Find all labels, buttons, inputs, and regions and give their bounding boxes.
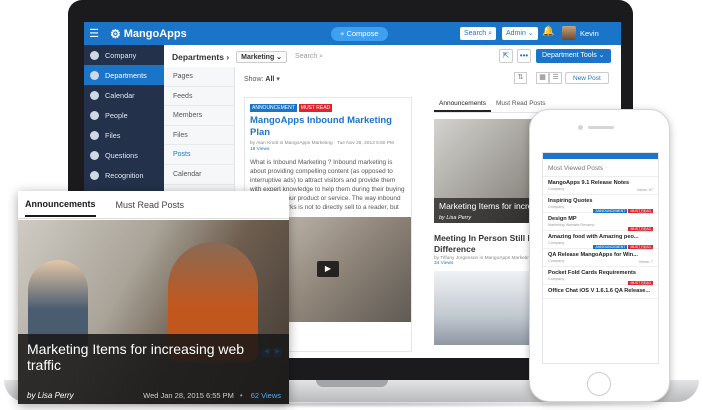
most-viewed-item[interactable]: Design MP Marketing Website Revamp MUST RE… [543, 213, 658, 233]
announcements-widget: Announcements Must Read Posts ◀▶ Marketi… [18, 191, 289, 404]
announcement-date: Wed Jan 28, 2015 6:55 PM [143, 391, 234, 400]
submenu-item-files[interactable]: Files [164, 126, 234, 146]
most-viewed-title[interactable]: QA Release MangoApps for Win... [548, 252, 653, 258]
submenu-item-pages[interactable]: Pages [164, 67, 234, 87]
most-viewed-source: Company [548, 259, 565, 263]
most-viewed-views: Views: 7 [638, 260, 653, 264]
sidebar-item-label: Recognition [105, 170, 144, 180]
tab-announcements[interactable]: Announcements [434, 97, 491, 112]
post-views[interactable]: 18 Views [250, 147, 406, 152]
announcement-meta: by Lisa Perry Wed Jan 28, 2015 6:55 PM •… [27, 391, 281, 400]
most-viewed-list: MangoApps 9.1 Release Notes Company Views:… [543, 177, 658, 299]
calendar-icon [90, 90, 99, 100]
tab-must-read[interactable]: Must Read Posts [116, 200, 185, 216]
sidebar-item-departments[interactable]: Departments [84, 65, 164, 85]
sidebar-item-company[interactable]: Company [84, 45, 164, 65]
most-viewed-item[interactable]: Pocket Fold Cards Requirements Company MUS… [543, 267, 658, 287]
laptop-notch [316, 380, 388, 387]
most-viewed-title[interactable]: MangoApps 9.1 Release Notes [548, 180, 653, 186]
top-bar: ☰ ⚙ MangoApps + Compose Search ⌕ Admin ⌄ … [84, 22, 621, 45]
sidebar-item-label: Files [105, 130, 121, 140]
most-viewed-item[interactable]: Office Chat iOS V 1.6.1.6 QA Release... [543, 285, 658, 299]
announcement-tag: ANNOUNCEMENT [250, 104, 297, 112]
widget-tabs: Announcements Must Read Posts [18, 191, 289, 219]
user-name[interactable]: Kevin [580, 29, 599, 38]
post-meta: by Alan Knott in MangoApps Marketing · T… [250, 141, 394, 146]
people-icon [90, 110, 99, 120]
sidebar-item-calendar[interactable]: Calendar [84, 85, 164, 105]
announcement-author: by Lisa Perry [27, 391, 74, 400]
home-button[interactable] [587, 372, 611, 396]
questions-icon [90, 150, 99, 160]
app-logo[interactable]: ⚙ MangoApps [110, 27, 187, 41]
most-viewed-heading: Most Viewed Posts [543, 159, 658, 177]
most-viewed-views: Views: 57 [636, 188, 653, 192]
sidebar-item-people[interactable]: People [84, 105, 164, 125]
sidebar-item-label: Company [105, 50, 137, 60]
more-icon[interactable]: ••• [517, 49, 531, 63]
play-icon[interactable]: ▶ [317, 261, 339, 277]
submenu-item-feeds[interactable]: Feeds [164, 87, 234, 107]
hamburger-icon[interactable]: ☰ [84, 22, 104, 45]
sidebar-item-label: People [105, 110, 128, 120]
speaker-grille [588, 126, 614, 129]
most-viewed-title[interactable]: Pocket Fold Cards Requirements [548, 270, 653, 276]
compose-button[interactable]: + Compose [331, 27, 388, 41]
sidebar-item-label: Calendar [105, 90, 135, 100]
sidebar-item-files[interactable]: Files [84, 125, 164, 145]
submenu-item-members[interactable]: Members [164, 106, 234, 126]
marketing-hero: ☰ ⚙ MangoApps + Compose Search ⌕ Admin ⌄ … [0, 0, 703, 410]
most-viewed-item[interactable]: QA Release MangoApps for Win... Company Vi… [543, 249, 658, 267]
announcement-caption: Marketing Items for increasing web traff… [18, 334, 289, 404]
company-icon [90, 50, 99, 60]
phone-screen: Most Viewed Posts MangoApps 9.1 Release … [542, 152, 659, 364]
camera-icon [578, 125, 583, 130]
most-viewed-title[interactable]: Office Chat iOS V 1.6.1.6 QA Release... [548, 288, 653, 294]
recognition-icon [90, 170, 99, 180]
pin-icon[interactable]: ⇱ [499, 49, 513, 63]
search-icon: ⌕ [488, 30, 493, 37]
sidebar-item-recognition[interactable]: Recognition [84, 165, 164, 185]
announcement-title[interactable]: Marketing Items for increasing web traff… [27, 341, 280, 373]
departments-icon [90, 70, 99, 80]
bell-icon[interactable]: 🔔 [542, 26, 554, 37]
department-tools-button[interactable]: Department Tools ⌄ [536, 49, 611, 63]
announcement-views[interactable]: 62 Views [251, 391, 281, 400]
tab-announcements[interactable]: Announcements [25, 199, 96, 217]
admin-button[interactable]: Admin ⌄ [502, 27, 538, 40]
department-dropdown[interactable]: Marketing ⌄ [236, 51, 288, 63]
breadcrumb: Departments › Marketing ⌄ Search ⌕ [172, 51, 323, 63]
post-title[interactable]: MangoApps Inbound Marketing Plan [250, 115, 406, 139]
search-field[interactable]: Search ⌕ [295, 53, 323, 61]
submenu-item-calendar[interactable]: Calendar [164, 165, 234, 185]
sort-icon[interactable]: ⇅ [514, 72, 527, 84]
most-viewed-item[interactable]: MangoApps 9.1 Release Notes Company Views:… [543, 177, 658, 195]
sidebar-item-label: Questions [105, 150, 138, 160]
list-view-icon[interactable]: ☰ [549, 72, 562, 84]
search-icon: ⌕ [319, 53, 324, 60]
separator-dot: • [239, 391, 243, 400]
most-viewed-title[interactable]: Inspiring Quotes [548, 198, 653, 204]
sidebar-item-questions[interactable]: Questions [84, 145, 164, 165]
sidebar-item-label: Departments [105, 70, 147, 80]
must-read-tag: MUST READ [298, 104, 333, 112]
mango-logo-icon: ⚙ [110, 26, 121, 41]
new-post-button[interactable]: New Post [565, 72, 609, 84]
show-filter[interactable]: Show: All ▾ [244, 75, 280, 83]
chevron-down-icon: ⌄ [527, 30, 534, 37]
phone-mockup: Most Viewed Posts MangoApps 9.1 Release … [529, 109, 670, 402]
most-viewed-title[interactable]: Design MP [548, 216, 653, 222]
most-viewed-item[interactable]: Amazing food with Amazing peo... Company A… [543, 231, 658, 251]
search-button[interactable]: Search ⌕ [460, 27, 497, 40]
most-viewed-item[interactable]: Inspiring Quotes Company ANNOUNCEMENT MUST … [543, 195, 658, 215]
submenu-item-posts[interactable]: Posts [164, 145, 234, 165]
breadcrumb-departments[interactable]: Departments › [172, 52, 229, 62]
grid-view-icon[interactable]: ▦ [536, 72, 549, 84]
most-viewed-title[interactable]: Amazing food with Amazing peo... [548, 234, 653, 240]
files-icon [90, 130, 99, 140]
avatar[interactable] [562, 26, 576, 40]
